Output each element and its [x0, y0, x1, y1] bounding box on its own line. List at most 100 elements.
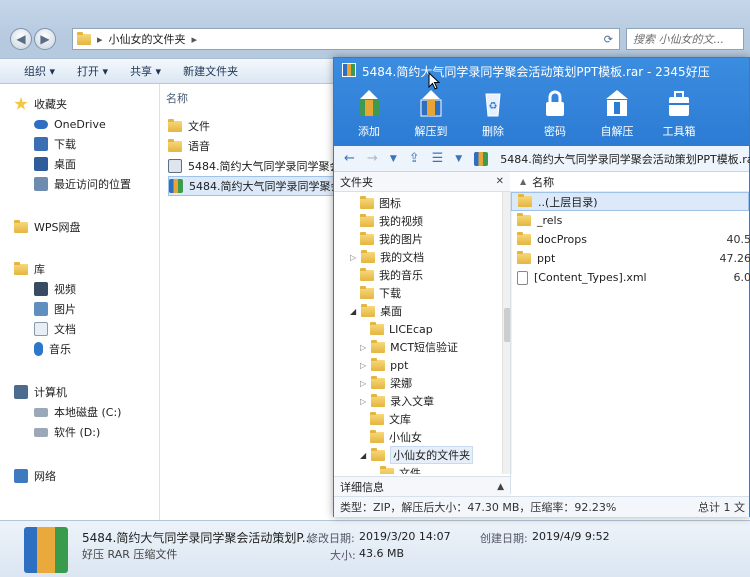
search-input[interactable]: 搜索 小仙女的文... — [626, 28, 744, 50]
file-item[interactable]: 语音 — [168, 136, 343, 156]
picture-icon — [34, 302, 48, 316]
desktop-icon — [34, 157, 48, 171]
tree-item[interactable]: ▷ MCT短信验证 — [360, 338, 502, 356]
refresh-icon[interactable]: ⟳ — [604, 33, 613, 46]
nav-videos[interactable]: 视频 — [14, 279, 76, 299]
up-folder-icon[interactable]: ⇪ — [409, 151, 420, 166]
tree-item[interactable]: ◢ 桌面 — [350, 302, 502, 320]
expand-up-icon[interactable]: ▲ — [497, 482, 504, 492]
nav-music[interactable]: 音乐 — [14, 339, 76, 359]
tree-item[interactable]: 文库 — [370, 410, 502, 428]
breadcrumb-current[interactable]: 小仙女的文件夹 — [109, 31, 186, 47]
nav-library[interactable]: 库 — [14, 259, 76, 279]
tree-label: 文件 — [399, 467, 421, 474]
expand-arrow-icon[interactable]: ▷ — [360, 397, 366, 406]
nav-computer[interactable]: 计算机 — [14, 382, 121, 402]
tree-label: 小仙女 — [389, 431, 422, 444]
tree-item[interactable]: 我的视频 — [360, 212, 502, 230]
toolbox-button[interactable]: 工具箱 — [650, 88, 708, 139]
self-extract-button[interactable]: 自解压 — [588, 88, 646, 139]
archive-path[interactable]: 5484.简约大气同学录同学聚会活动策划PPT模板.rar — [500, 151, 750, 167]
expand-arrow-icon[interactable]: ▷ — [360, 343, 366, 352]
expand-arrow-icon[interactable]: ▷ — [360, 379, 366, 388]
folder-icon — [168, 118, 182, 132]
nav-network[interactable]: 网络 — [14, 466, 56, 486]
close-icon[interactable]: ✕ — [496, 176, 504, 187]
expand-arrow-icon[interactable]: ▷ — [350, 253, 356, 262]
cloud-icon — [34, 119, 48, 129]
tree-item[interactable]: 我的音乐 — [360, 266, 502, 284]
tool-label: 密码 — [544, 125, 566, 138]
nav-pictures[interactable]: 图片 — [14, 299, 76, 319]
file-name: 5484.简约大气同学录同学聚会 — [188, 160, 341, 173]
view-dropdown-icon[interactable]: ▼ — [455, 154, 462, 164]
new-folder-button[interactable]: 新建文件夹 — [183, 63, 238, 79]
tree-label: 桌面 — [380, 305, 403, 318]
tree-item[interactable]: LICEcap — [370, 320, 502, 338]
breadcrumb-arrow-icon[interactable]: ▸ — [192, 33, 198, 46]
share-button[interactable]: 共享 ▾ — [130, 63, 161, 79]
file-name: 文件 — [188, 120, 210, 133]
view-list-icon[interactable]: ☰ — [432, 151, 444, 166]
open-button[interactable]: 打开 ▾ — [77, 63, 108, 79]
nav-favorites[interactable]: 收藏夹 — [14, 94, 131, 114]
file-item-selected[interactable]: 5484.简约大气同学录同学聚会 — [168, 176, 343, 196]
tree-label: 梁娜 — [390, 377, 413, 390]
column-name-header[interactable]: 名称 — [532, 174, 554, 190]
list-item-parent[interactable]: ..(上层目录) — [511, 192, 749, 211]
list-item[interactable]: [Content_Types].xml 6.0 — [511, 268, 750, 287]
recycle-bin-icon: ♻ — [478, 88, 508, 118]
list-header: ▲ 名称 — [510, 172, 749, 192]
modified-value: 2019/3/20 14:07 — [359, 530, 451, 543]
forward-arrow-icon[interactable]: → — [367, 151, 378, 166]
nav-label: 桌面 — [54, 158, 76, 171]
tree-item[interactable]: ▷ 我的文档 — [350, 248, 502, 266]
add-button[interactable]: 添加 — [340, 88, 398, 139]
tree-item[interactable]: ▷ ppt — [360, 356, 502, 374]
list-item-name: _rels — [537, 214, 563, 227]
tree-item[interactable]: 小仙女 — [370, 428, 502, 446]
folder-icon — [371, 447, 386, 461]
tree-label: 我的视频 — [379, 215, 423, 228]
collapse-arrow-icon[interactable]: ◢ — [360, 451, 366, 460]
forward-button[interactable]: ▶ — [34, 28, 56, 50]
nav-label: 最近访问的位置 — [54, 178, 131, 191]
list-item[interactable]: docProps 40.5 — [511, 230, 750, 249]
tree-item-selected[interactable]: ◢ 小仙女的文件夹 — [360, 446, 502, 464]
tree-item[interactable]: 我的图片 — [360, 230, 502, 248]
history-dropdown-icon[interactable]: ▼ — [390, 154, 397, 164]
folder-icon — [370, 411, 384, 425]
extract-to-button[interactable]: 解压到 — [402, 88, 460, 139]
back-button[interactable]: ◀ — [10, 28, 32, 50]
collapse-arrow-icon[interactable]: ◢ — [350, 307, 356, 316]
nav-recent[interactable]: 最近访问的位置 — [14, 174, 131, 194]
nav-documents[interactable]: 文档 — [14, 319, 76, 339]
nav-wps[interactable]: WPS网盘 — [14, 217, 81, 237]
folder-icon — [517, 232, 531, 245]
document-icon — [34, 322, 48, 336]
folder-pane-title: 文件夹 — [340, 175, 373, 189]
tree-item[interactable]: 文件 — [370, 464, 502, 474]
expand-arrow-icon[interactable]: ▷ — [360, 361, 366, 370]
tree-item[interactable]: 图标 — [360, 194, 502, 212]
nav-desktop[interactable]: 桌面 — [14, 154, 131, 174]
tree-item[interactable]: ▷ 梁娜 — [360, 374, 502, 392]
password-button[interactable]: 密码 — [526, 88, 584, 139]
list-item[interactable]: ppt 47.26 — [511, 249, 750, 268]
nav-onedrive[interactable]: OneDrive — [14, 114, 131, 134]
tree-item[interactable]: 下载 — [360, 284, 502, 302]
file-item[interactable]: 文件 — [168, 116, 343, 136]
back-arrow-icon[interactable]: ← — [344, 151, 355, 166]
nav-downloads[interactable]: 下载 — [14, 134, 131, 154]
file-item[interactable]: 5484.简约大气同学录同学聚会 — [168, 156, 343, 176]
list-item[interactable]: _rels — [511, 211, 749, 230]
nav-local-disk[interactable]: 本地磁盘 (C:) — [14, 402, 121, 422]
organize-button[interactable]: 组织 ▾ — [24, 63, 55, 79]
delete-button[interactable]: ♻ 删除 — [464, 88, 522, 139]
add-icon — [354, 88, 384, 118]
address-bar[interactable]: ▸ 小仙女的文件夹 ▸ ⟳ — [72, 28, 620, 50]
sort-up-icon[interactable]: ▲ — [520, 177, 526, 186]
column-name-header[interactable]: 名称 — [166, 90, 188, 106]
tree-item[interactable]: ▷ 录入文章 — [360, 392, 502, 410]
nav-soft-disk[interactable]: 软件 (D:) — [14, 422, 121, 442]
